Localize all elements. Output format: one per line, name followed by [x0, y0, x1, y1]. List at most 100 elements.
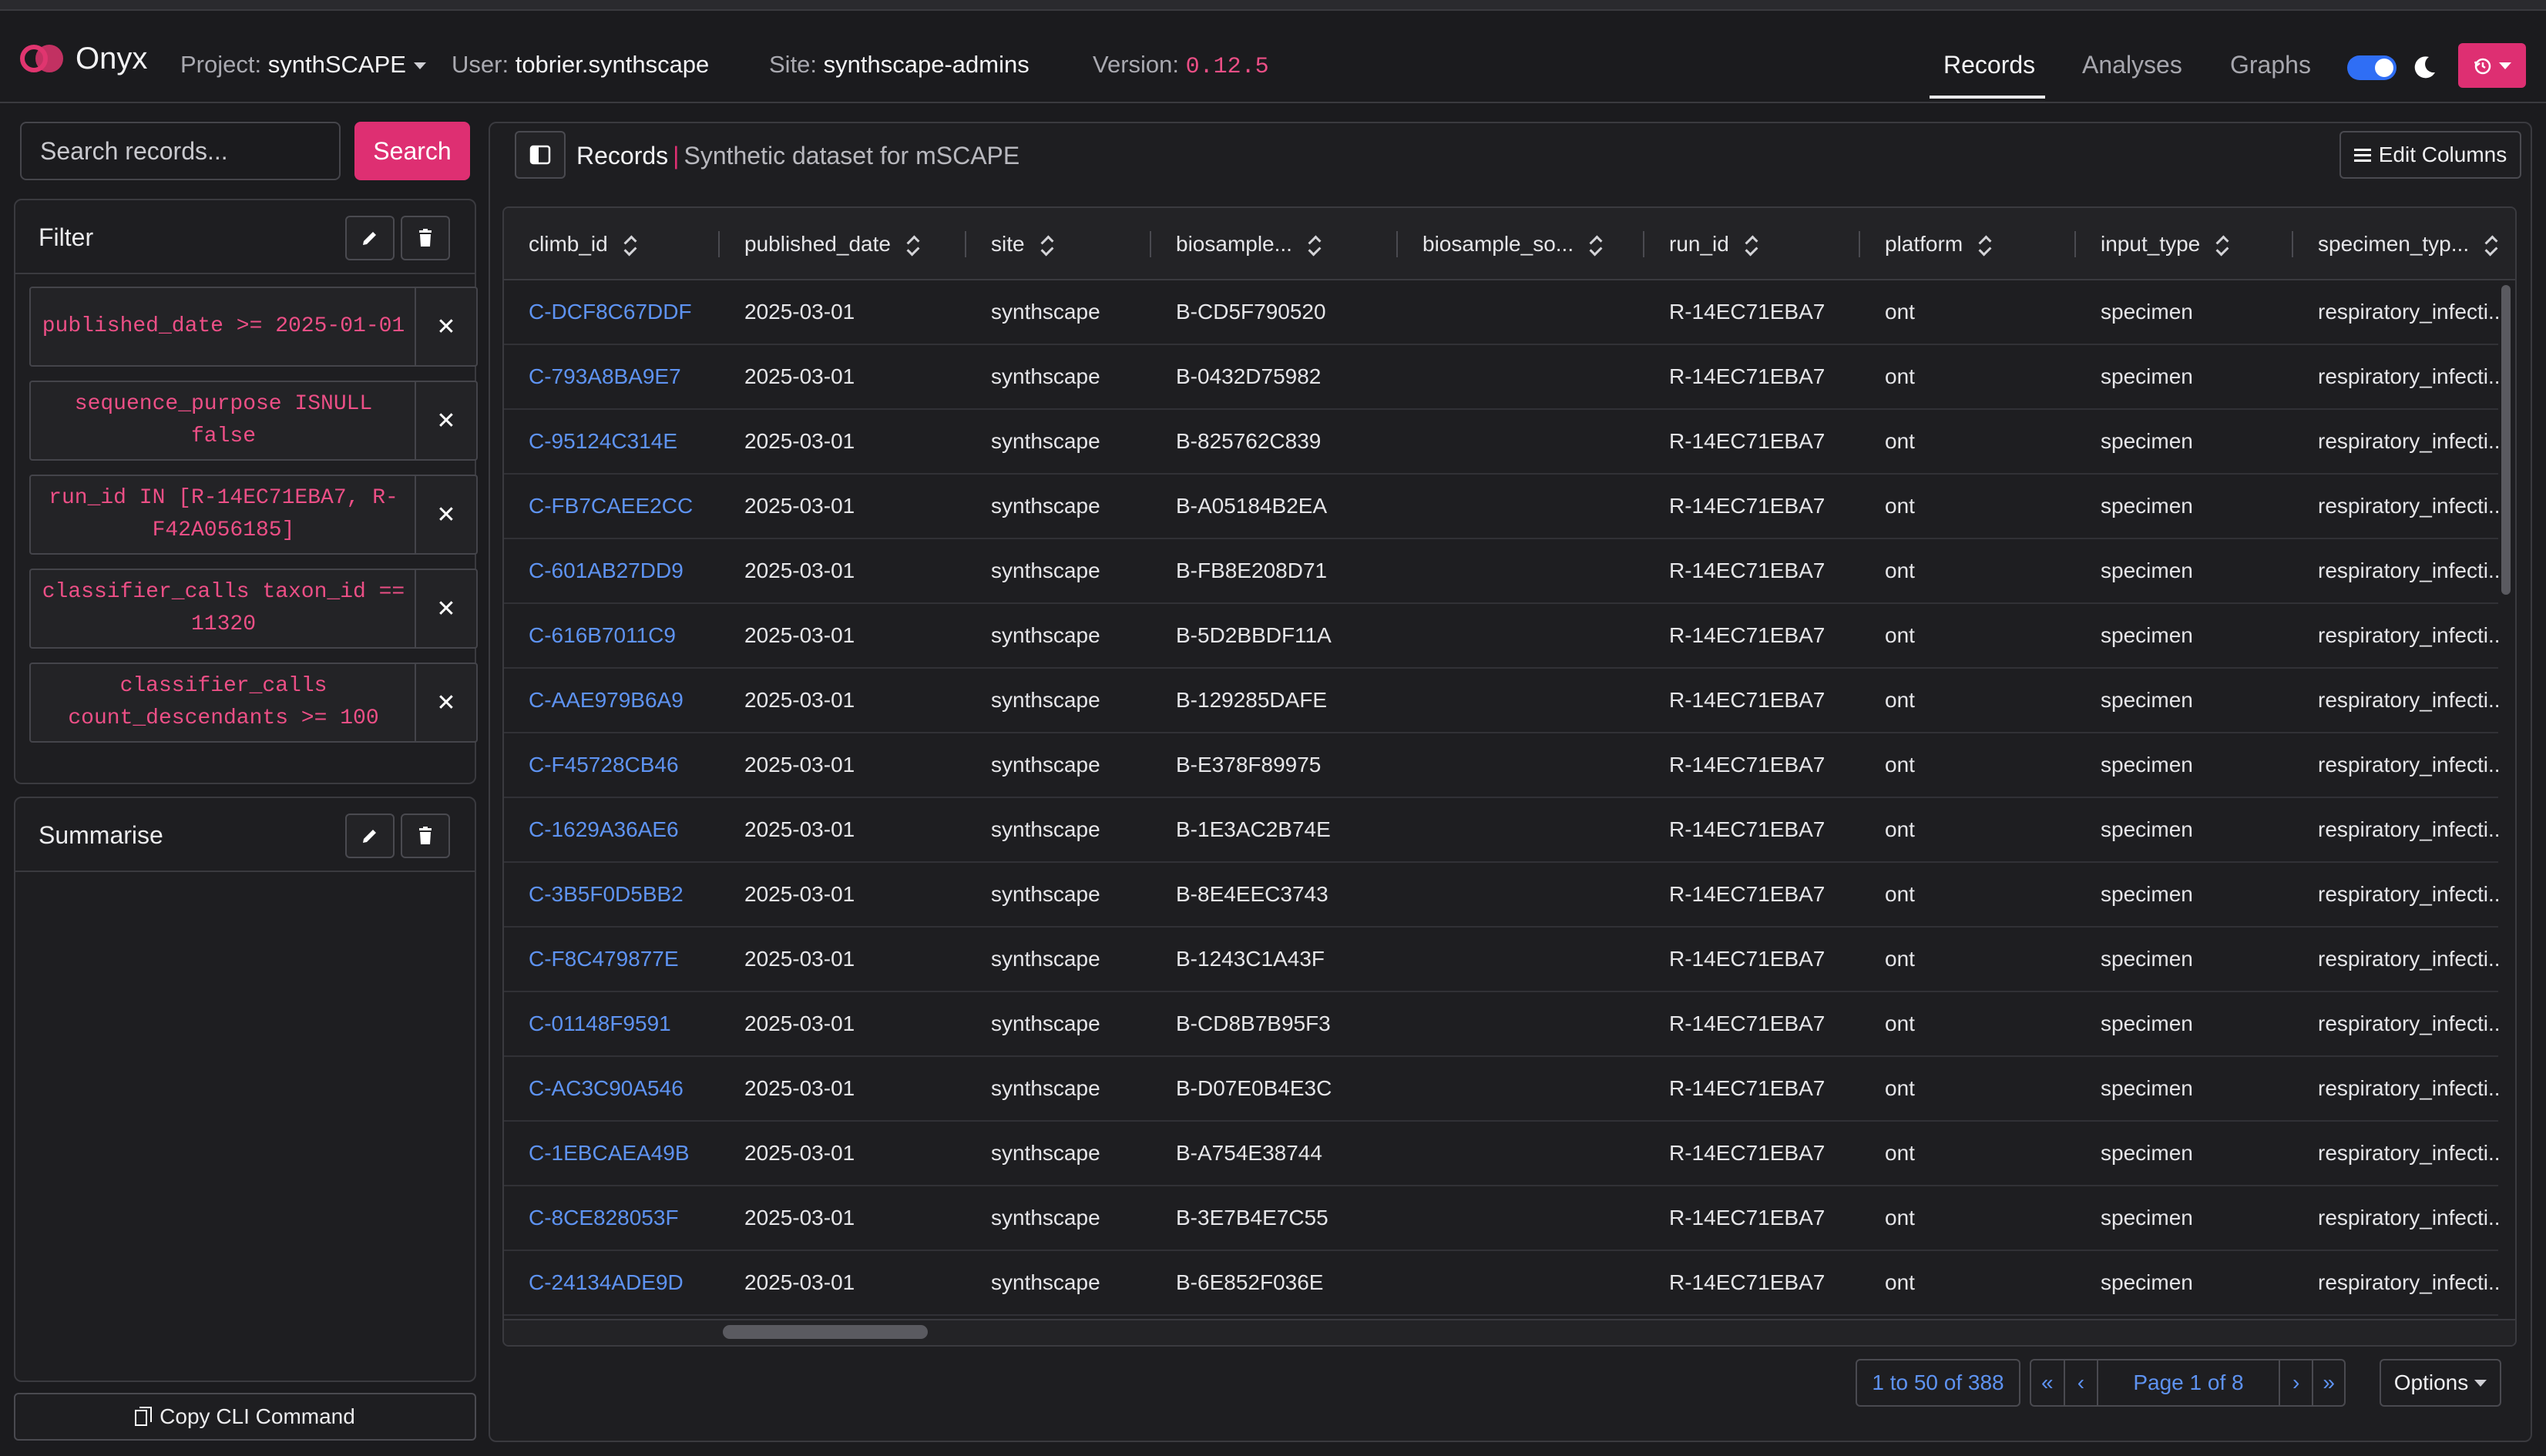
brand[interactable]: Onyx [20, 42, 147, 75]
sort-icon[interactable] [1589, 235, 1603, 257]
nav-link-records[interactable]: Records [1943, 51, 2035, 79]
filter-chip[interactable]: run_id IN [R-14EC71EBA7, R-F42A056185] ✕ [29, 475, 478, 555]
table-row[interactable]: C-AC3C90A546 2025-03-01 synthscape B-D07E0B… [504, 1057, 2498, 1122]
climb-id-link[interactable]: C-1EBCAEA49B [504, 1122, 720, 1185]
options-label: Options [2393, 1370, 2469, 1394]
filter-chip[interactable]: published_date >= 2025-01-01 ✕ [29, 287, 478, 367]
column-resize-handle[interactable] [965, 231, 966, 257]
search-button[interactable]: Search [354, 122, 470, 180]
table-cell: B-1243C1A43F [1176, 947, 1325, 971]
sort-icon[interactable] [1040, 235, 1054, 257]
horizontal-scrollbar[interactable] [504, 1319, 2515, 1345]
options-dropdown-button[interactable]: Options [2380, 1359, 2501, 1407]
nav-link-analyses[interactable]: Analyses [2082, 51, 2182, 79]
column-resize-handle[interactable] [1150, 231, 1151, 257]
climb-id-link[interactable]: C-01148F9591 [504, 992, 720, 1055]
column-resize-handle[interactable] [718, 231, 720, 257]
app-name: Onyx [76, 41, 148, 75]
column-header[interactable]: biosample_so... [1398, 208, 1644, 280]
onyx-logo-icon [20, 43, 65, 74]
climb-id-link[interactable]: C-3B5F0D5BB2 [504, 863, 720, 926]
table-row[interactable]: C-1629A36AE6 2025-03-01 synthscape B-1E3AC2… [504, 798, 2498, 863]
theme-toggle[interactable] [2347, 55, 2397, 80]
copy-cli-command-button[interactable]: Copy CLI Command [14, 1393, 476, 1441]
climb-id-link[interactable]: C-F45728CB46 [504, 733, 720, 797]
table-row[interactable]: C-616B7011C9 2025-03-01 synthscape B-5D2BBD… [504, 604, 2498, 669]
climb-id-link[interactable]: C-FB7CAEE2CC [504, 475, 720, 538]
column-header[interactable]: platform [1860, 208, 2076, 280]
previous-page-button[interactable]: ‹ [2065, 1360, 2099, 1405]
remove-filter-close-icon[interactable]: ✕ [415, 476, 476, 553]
table-row[interactable]: C-F8C479877E 2025-03-01 synthscape B-1243C1… [504, 928, 2498, 992]
column-resize-handle[interactable] [1396, 231, 1398, 257]
horizontal-scrollbar-thumb[interactable] [723, 1325, 928, 1339]
climb-id-link[interactable]: C-8CE828053F [504, 1186, 720, 1250]
column-header[interactable]: input_type [2076, 208, 2293, 280]
sidebar-toggle-button[interactable] [515, 131, 566, 179]
column-resize-handle[interactable] [2292, 231, 2293, 257]
filter-chip[interactable]: sequence_purpose ISNULL false ✕ [29, 381, 478, 461]
table-row[interactable]: C-F45728CB46 2025-03-01 synthscape B-E378F8… [504, 733, 2498, 798]
edit-columns-button[interactable]: Edit Columns [2339, 131, 2521, 179]
remove-filter-close-icon[interactable]: ✕ [415, 382, 476, 459]
history-dropdown-button[interactable] [2458, 43, 2526, 88]
table-cell: B-825762C839 [1176, 429, 1322, 453]
climb-id-link[interactable]: C-DCF8C67DDF [504, 280, 720, 344]
edit-summarise-button[interactable] [345, 814, 395, 858]
first-page-button[interactable]: « [2031, 1360, 2065, 1405]
sort-icon[interactable] [1978, 235, 1992, 257]
column-resize-handle[interactable] [1859, 231, 1860, 257]
column-header[interactable]: published_date [720, 208, 966, 280]
filter-chip[interactable]: classifier_calls taxon_id == 11320 ✕ [29, 569, 478, 649]
sort-icon[interactable] [906, 235, 920, 257]
table-row[interactable]: C-95124C314E 2025-03-01 synthscape B-825762… [504, 410, 2498, 475]
column-header[interactable]: specimen_typ... [2293, 208, 2498, 280]
table-row[interactable]: C-AAE979B6A9 2025-03-01 synthscape B-129285… [504, 669, 2498, 733]
remove-filter-close-icon[interactable]: ✕ [415, 288, 476, 365]
table-row[interactable]: C-24134ADE9D 2025-03-01 synthscape B-6E852F… [504, 1251, 2498, 1316]
table-row[interactable]: C-3B5F0D5BB2 2025-03-01 synthscape B-8E4EEC… [504, 863, 2498, 928]
filter-chip[interactable]: classifier_calls count_descendants >= 10… [29, 663, 478, 743]
column-header[interactable]: biosample... [1151, 208, 1398, 280]
climb-id-link[interactable]: C-AC3C90A546 [504, 1057, 720, 1120]
table-row[interactable]: C-8CE828053F 2025-03-01 synthscape B-3E7B4E… [504, 1186, 2498, 1251]
climb-id-link[interactable]: C-24134ADE9D [504, 1251, 720, 1314]
remove-filter-close-icon[interactable]: ✕ [415, 664, 476, 741]
climb-id-link[interactable]: C-95124C314E [504, 410, 720, 473]
search-input[interactable] [20, 122, 341, 180]
table-row[interactable]: C-DCF8C67DDF 2025-03-01 synthscape B-CD5F79… [504, 280, 2498, 345]
nav-link-graphs[interactable]: Graphs [2230, 51, 2311, 79]
clear-summarise-button[interactable] [401, 814, 450, 858]
sort-icon[interactable] [2484, 235, 2498, 257]
sort-icon[interactable] [623, 235, 637, 257]
column-resize-handle[interactable] [1643, 231, 1644, 257]
table-row[interactable]: C-FB7CAEE2CC 2025-03-01 synthscape B-A05184… [504, 475, 2498, 539]
remove-filter-close-icon[interactable]: ✕ [415, 570, 476, 647]
next-page-button[interactable]: › [2280, 1360, 2314, 1405]
table-row[interactable]: C-793A8BA9E7 2025-03-01 synthscape B-0432D7… [504, 345, 2498, 410]
edit-filter-button[interactable] [345, 216, 395, 260]
project-dropdown[interactable]: Project: synthSCAPE [180, 51, 426, 79]
table-row[interactable]: C-601AB27DD9 2025-03-01 synthscape B-FB8E20… [504, 539, 2498, 604]
sort-icon[interactable] [2215, 235, 2229, 257]
climb-id-link[interactable]: C-1629A36AE6 [504, 798, 720, 861]
climb-id-link[interactable]: C-616B7011C9 [504, 604, 720, 667]
climb-id-link[interactable]: C-F8C479877E [504, 928, 720, 991]
table-cell: synthscape [991, 753, 1100, 777]
climb-id-link[interactable]: C-601AB27DD9 [504, 539, 720, 602]
climb-id-link[interactable]: C-AAE979B6A9 [504, 669, 720, 732]
sort-icon[interactable] [1308, 235, 1322, 257]
table-row[interactable]: C-01148F9591 2025-03-01 synthscape B-CD8B7B… [504, 992, 2498, 1057]
column-header[interactable]: site [966, 208, 1151, 280]
vertical-scrollbar-thumb[interactable] [2501, 285, 2511, 595]
table-cell [1398, 539, 1644, 602]
last-page-button[interactable]: » [2313, 1360, 2344, 1405]
table-cell: 2025-03-01 [744, 1141, 855, 1165]
column-header[interactable]: climb_id [504, 208, 720, 280]
sort-icon[interactable] [1745, 235, 1758, 257]
climb-id-link[interactable]: C-793A8BA9E7 [504, 345, 720, 408]
column-header[interactable]: run_id [1644, 208, 1860, 280]
column-resize-handle[interactable] [2074, 231, 2076, 257]
table-row[interactable]: C-1EBCAEA49B 2025-03-01 synthscape B-A754E3… [504, 1122, 2498, 1186]
clear-filter-button[interactable] [401, 216, 450, 260]
